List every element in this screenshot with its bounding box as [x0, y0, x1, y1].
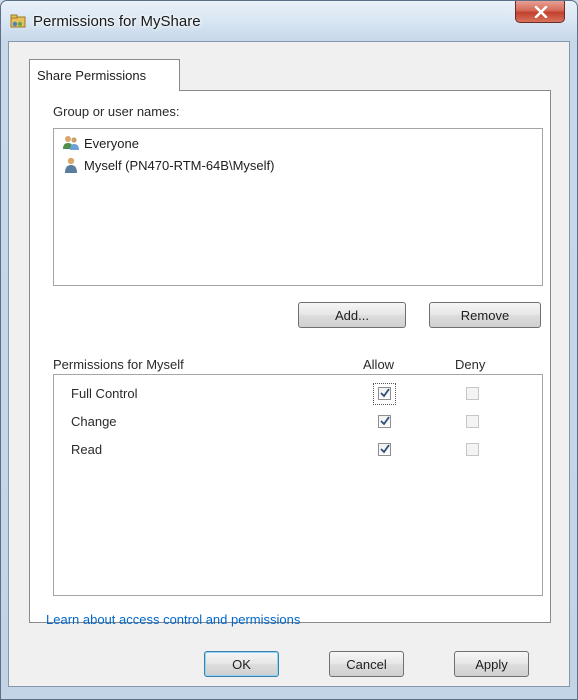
close-button[interactable] [515, 1, 565, 23]
add-button[interactable]: Add... [298, 302, 406, 328]
group-users-icon [62, 134, 80, 152]
permission-row-change: Change [54, 411, 542, 433]
permissions-list: Full Control Change Read [53, 374, 543, 596]
allow-column-header: Allow [363, 357, 395, 372]
tab-share-permissions[interactable]: Share Permissions [29, 59, 180, 91]
permission-name: Read [71, 442, 103, 457]
allow-checkbox[interactable] [378, 387, 391, 400]
close-icon [534, 6, 548, 18]
window-title: Permissions for MyShare [33, 13, 201, 30]
deny-checkbox[interactable] [466, 443, 479, 456]
folder-share-icon [10, 13, 26, 29]
learn-about-access-control-link[interactable]: Learn about access control and permissio… [46, 612, 300, 627]
list-item-everyone[interactable]: Everyone [62, 133, 139, 153]
user-icon [62, 156, 80, 174]
permissions-dialog: Permissions for MyShare Share Permission… [0, 0, 578, 700]
deny-column-header: Deny [455, 357, 486, 372]
checkmark-icon [380, 388, 390, 398]
checkmark-icon [380, 444, 390, 454]
list-item-myself[interactable]: Myself (PN470-RTM-64B\Myself) [62, 155, 274, 175]
group-or-user-names-label: Group or user names: [53, 104, 180, 119]
ok-button[interactable]: OK [204, 651, 279, 677]
allow-checkbox[interactable] [378, 443, 391, 456]
remove-button[interactable]: Remove [429, 302, 541, 328]
deny-checkbox[interactable] [466, 415, 479, 428]
dialog-body: Share Permissions Group or user names: E… [8, 41, 570, 687]
users-list[interactable]: Everyone Myself (PN470-RTM-64B\Myself) [53, 128, 543, 286]
tab-panel: Group or user names: Everyone Myself (PN… [29, 90, 551, 623]
permission-row-read: Read [54, 439, 542, 461]
permission-name: Full Control [71, 386, 138, 401]
cancel-button[interactable]: Cancel [329, 651, 404, 677]
permissions-for-label: Permissions for Myself [53, 357, 184, 372]
tab-label: Share Permissions [37, 68, 147, 83]
allow-checkbox[interactable] [378, 415, 391, 428]
deny-checkbox[interactable] [466, 387, 479, 400]
permission-name: Change [71, 414, 117, 429]
permission-row-full-control: Full Control [54, 383, 542, 405]
checkmark-icon [380, 416, 390, 426]
user-name: Everyone [84, 135, 139, 151]
apply-button[interactable]: Apply [454, 651, 529, 677]
title-bar[interactable]: Permissions for MyShare [1, 1, 577, 41]
user-name: Myself (PN470-RTM-64B\Myself) [84, 157, 275, 173]
